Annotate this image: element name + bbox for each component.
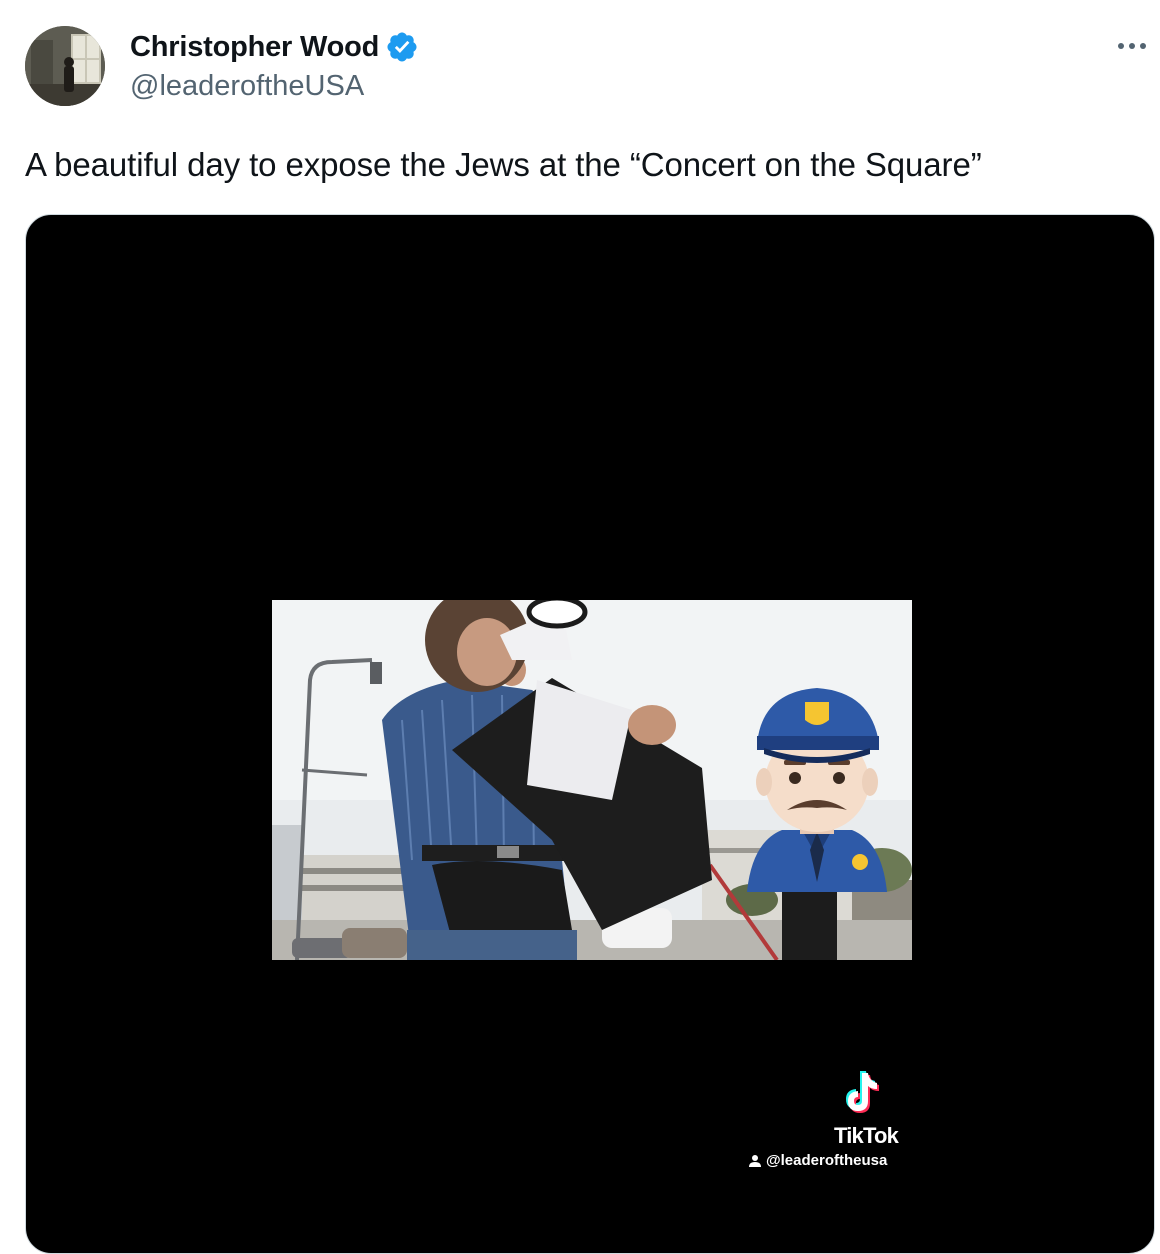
author-name-row[interactable]: Christopher Wood (130, 28, 419, 66)
tiktok-watermark-handle: @leaderoftheusa (766, 1152, 888, 1169)
author-avatar[interactable] (25, 26, 105, 106)
police-officer-emoji-icon (747, 688, 887, 892)
author-handle[interactable]: @leaderoftheUSA (130, 70, 364, 103)
tiktok-watermark-brand: TikTok (833, 1123, 899, 1148)
tweet-text: A beautiful day to expose the Jews at th… (25, 146, 982, 183)
video-frame[interactable] (272, 600, 912, 960)
more-horizontal-icon[interactable] (1114, 32, 1150, 60)
avatar-image (25, 26, 105, 106)
user-icon (749, 1154, 761, 1167)
tiktok-watermark-handle-row: @leaderoftheusa (748, 1152, 887, 1169)
author-display-name[interactable]: Christopher Wood (130, 31, 379, 64)
video-player[interactable]: TikTok @leaderoftheusa (25, 214, 1155, 1254)
tiktok-logo-icon (846, 1071, 879, 1113)
verified-badge-icon (387, 32, 417, 62)
